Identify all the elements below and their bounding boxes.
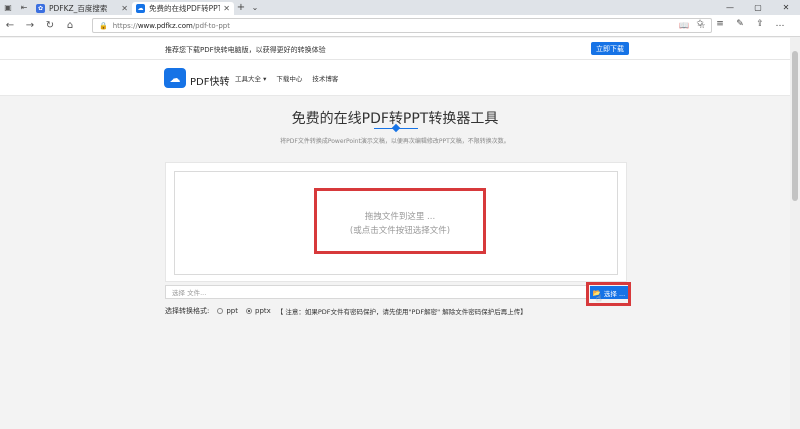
pen-icon[interactable]: ✎ [730,19,750,29]
refresh-icon[interactable]: ↻ [40,20,60,31]
close-window-icon[interactable]: ✕ [772,3,800,12]
close-icon[interactable]: ✕ [121,4,128,13]
back-icon[interactable]: ← [0,20,20,31]
favorites-icon[interactable]: ✩ [690,19,710,29]
radio-ppt[interactable] [217,308,224,314]
minimize-icon[interactable]: — [716,3,744,12]
close-icon[interactable]: ✕ [223,4,230,13]
menu-item-download-center[interactable]: 下载中心 [276,73,302,83]
share-icon[interactable]: ⇪ [750,19,770,29]
promo-text: 推荐您下载PDF快转电脑版，以获得更好的转换体验 [165,46,326,54]
page-subtitle: 将PDF文件转换成PowerPoint演示文稿，以便再次编辑修改PPT文稿，不限… [280,138,510,145]
new-tab-icon[interactable]: + [234,2,248,13]
format-label: 选择转换格式: [165,307,210,315]
radio-ppt-label[interactable]: ppt [226,307,238,315]
scroll-thumb[interactable] [792,51,798,201]
browser-tab-strip: ▣ ⇤ ✿ PDFKZ_百度搜索 ✕ ☁ 免费的在线PDF转PPT - ✕ + … [0,0,800,15]
lock-icon: 🔒 [99,21,108,30]
drop-zone-subhint: (或点击文件按钮选择文件) [349,226,451,236]
site-brand[interactable]: PDF快转 [190,73,229,88]
cloud-logo-icon[interactable]: ☁ [164,68,186,88]
file-path-input[interactable]: 选择 文件... [165,285,587,299]
site-header: ☁ PDF快转 工具大全 ▾ 下载中心 技术博客 [0,60,790,96]
drop-zone-hint: 拖拽文件到这里 ... [364,212,436,222]
tab-pdf-to-ppt[interactable]: ☁ 免费的在线PDF转PPT - ✕ [132,2,234,15]
home-icon[interactable]: ⌂ [60,20,80,31]
password-note: 【 注意：如果PDF文件有密码保护，请先使用"PDF解密" 解除文件密码保护后再… [276,308,527,316]
mouse-cursor-icon: ☝ [596,294,602,304]
tab-title: PDFKZ_百度搜索 [49,4,108,13]
tab-baidu-search[interactable]: ✿ PDFKZ_百度搜索 ✕ [32,2,132,15]
address-input[interactable]: 🔒 https:// www.pdfkz.com /pdf-to-ppt 📖 ☆ [92,18,712,33]
forward-icon[interactable]: → [20,20,40,31]
choose-file-label: 选择 ... [603,289,626,298]
download-promo-bar: 推荐您下载PDF快转电脑版，以获得更好的转换体验 立即下载 [0,38,790,60]
radio-pptx-label[interactable]: pptx [255,307,271,315]
address-toolbar: ← → ↻ ⌂ 🔒 https:// www.pdfkz.com /pdf-to… [0,15,800,37]
more-icon[interactable]: … [770,19,790,29]
format-selector: 选择转换格式: ppt pptx 【 注意：如果PDF文件有密码保护，请先使用"… [165,306,527,316]
tab-actions-icon[interactable]: ▣ [0,0,16,15]
url-path: /pdf-to-ppt [192,21,230,30]
url-host: www.pdfkz.com [137,21,193,30]
chevron-down-icon[interactable]: ⌄ [248,3,262,12]
tab-title: 免费的在线PDF转PPT - [149,4,221,13]
menu-item-tools[interactable]: 工具大全 ▾ [235,73,266,83]
page-scrollbar[interactable] [790,37,800,429]
menu-item-tech-blog[interactable]: 技术博客 [312,73,338,83]
download-now-button[interactable]: 立即下载 [591,42,629,55]
tab-back-icon[interactable]: ⇤ [16,0,32,15]
radio-pptx[interactable] [246,308,252,314]
reading-list-icon[interactable]: ≡ [710,19,730,29]
url-scheme: https:// [112,21,138,30]
site-menu: 工具大全 ▾ 下载中心 技术博客 [235,73,348,83]
maximize-icon[interactable]: ▢ [744,3,772,12]
window-controls: — ▢ ✕ [716,3,800,12]
cloud-icon: ☁ [136,4,145,13]
paw-icon: ✿ [36,4,45,13]
